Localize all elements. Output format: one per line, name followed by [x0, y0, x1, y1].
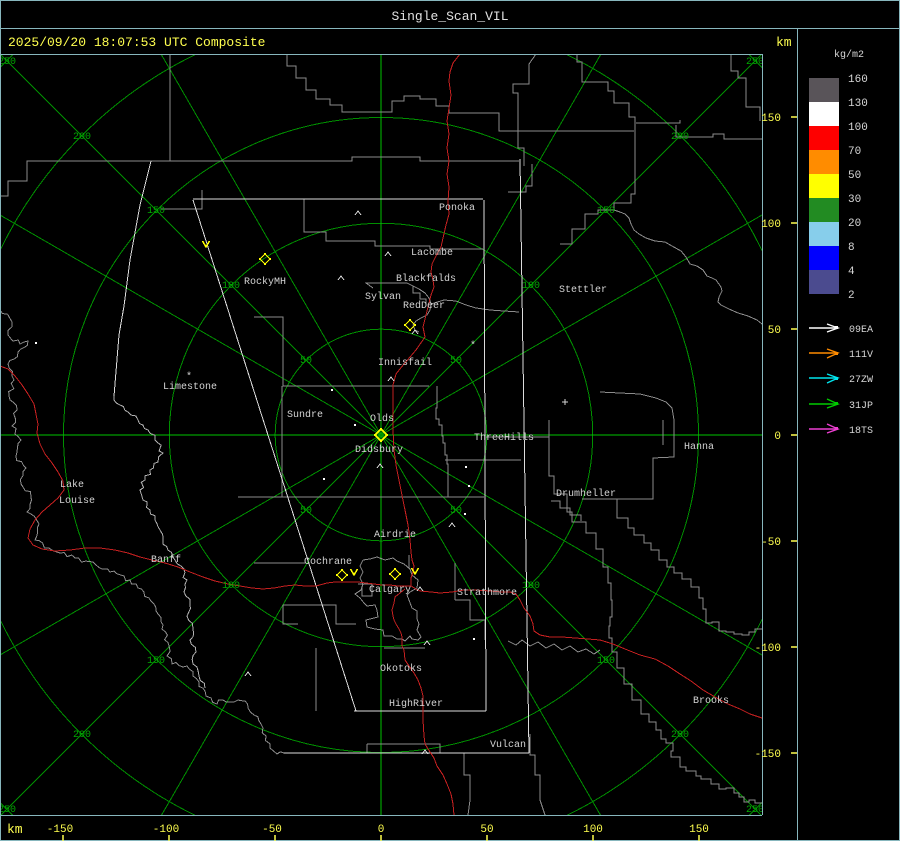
- svg-text:Stettler: Stettler: [559, 284, 607, 296]
- svg-text:Strathmore: Strathmore: [457, 587, 517, 599]
- svg-text:*: *: [186, 371, 192, 383]
- svg-text:150: 150: [147, 206, 165, 217]
- svg-text:50: 50: [848, 170, 861, 182]
- svg-text:100: 100: [522, 281, 540, 292]
- svg-text:50: 50: [450, 356, 462, 367]
- svg-text:100: 100: [222, 281, 240, 292]
- svg-text:100: 100: [222, 581, 240, 592]
- svg-text:-150: -150: [47, 824, 73, 836]
- svg-text:Hanna: Hanna: [684, 442, 714, 453]
- svg-text:Blackfalds: Blackfalds: [396, 273, 456, 285]
- svg-text:Banff: Banff: [151, 554, 181, 566]
- svg-text:Vulcan: Vulcan: [490, 739, 526, 751]
- svg-text:250: 250: [0, 57, 16, 68]
- svg-text:2: 2: [848, 290, 855, 302]
- svg-text:50: 50: [480, 824, 493, 836]
- svg-text:50: 50: [300, 356, 312, 367]
- svg-text:Lacombe: Lacombe: [411, 247, 453, 259]
- svg-text:Louise: Louise: [59, 495, 95, 507]
- svg-text:200: 200: [73, 132, 91, 143]
- svg-text:250: 250: [0, 805, 16, 816]
- svg-text:HighRiver: HighRiver: [389, 698, 443, 710]
- svg-text:150: 150: [597, 206, 615, 217]
- svg-text:-100: -100: [153, 824, 179, 836]
- svg-text:250: 250: [746, 805, 764, 816]
- svg-text:km: km: [7, 822, 23, 837]
- svg-text:-50: -50: [761, 537, 781, 549]
- svg-text:Drumheller: Drumheller: [556, 488, 616, 500]
- svg-text:111V: 111V: [849, 350, 873, 361]
- svg-text:50: 50: [768, 325, 781, 337]
- svg-text:31JP: 31JP: [849, 401, 873, 412]
- svg-text:70: 70: [848, 146, 861, 158]
- svg-text:160: 160: [848, 74, 868, 86]
- svg-text:150: 150: [761, 113, 781, 125]
- svg-text:Didsbury: Didsbury: [355, 444, 403, 456]
- svg-text:-150: -150: [755, 749, 781, 761]
- svg-text:Lake: Lake: [60, 479, 84, 491]
- svg-text:kg/m2: kg/m2: [834, 49, 864, 61]
- svg-text:8: 8: [848, 242, 855, 254]
- svg-text:Okotoks: Okotoks: [380, 663, 422, 675]
- svg-text:100: 100: [761, 219, 781, 231]
- svg-text:-50: -50: [262, 824, 282, 836]
- svg-text:27ZW: 27ZW: [849, 375, 873, 386]
- svg-text:100: 100: [848, 122, 868, 134]
- svg-text:-100: -100: [755, 643, 781, 655]
- svg-text:09EA: 09EA: [849, 325, 873, 336]
- svg-text:km: km: [776, 35, 792, 50]
- svg-text:Innisfail: Innisfail: [378, 357, 432, 369]
- svg-text:100: 100: [522, 581, 540, 592]
- svg-text:Cochrane: Cochrane: [304, 556, 352, 568]
- svg-text:Single_Scan_VIL: Single_Scan_VIL: [391, 9, 508, 24]
- svg-text:Ponoka: Ponoka: [439, 202, 475, 214]
- svg-text:*: *: [470, 340, 476, 352]
- svg-text:100: 100: [583, 824, 603, 836]
- svg-text:150: 150: [689, 824, 709, 836]
- svg-text:2025/09/20 18:07:53 UTC Compos: 2025/09/20 18:07:53 UTC Composite: [8, 35, 265, 50]
- svg-text:RockyMH: RockyMH: [244, 276, 286, 288]
- svg-text:Brooks: Brooks: [693, 695, 729, 707]
- svg-text:ThreeHills: ThreeHills: [474, 432, 534, 444]
- svg-text:Airdrie: Airdrie: [374, 529, 416, 541]
- svg-text:4: 4: [848, 266, 855, 278]
- svg-text:18TS: 18TS: [849, 426, 873, 437]
- svg-text:150: 150: [597, 656, 615, 667]
- svg-text:250: 250: [746, 57, 764, 68]
- svg-text:30: 30: [848, 194, 861, 206]
- svg-text:50: 50: [450, 506, 462, 517]
- svg-text:50: 50: [300, 506, 312, 517]
- svg-text:200: 200: [73, 730, 91, 741]
- svg-text:Calgary: Calgary: [369, 584, 411, 596]
- svg-text:130: 130: [848, 98, 868, 110]
- svg-text:Olds: Olds: [370, 413, 394, 425]
- svg-text:0: 0: [378, 824, 385, 836]
- svg-text:200: 200: [671, 730, 689, 741]
- svg-text:20: 20: [848, 218, 861, 230]
- svg-text:0: 0: [774, 431, 781, 443]
- svg-text:150: 150: [147, 656, 165, 667]
- svg-text:Sundre: Sundre: [287, 409, 323, 421]
- svg-text:Sylvan: Sylvan: [365, 291, 401, 303]
- svg-text:200: 200: [671, 132, 689, 143]
- svg-text:RedDeer: RedDeer: [403, 300, 445, 312]
